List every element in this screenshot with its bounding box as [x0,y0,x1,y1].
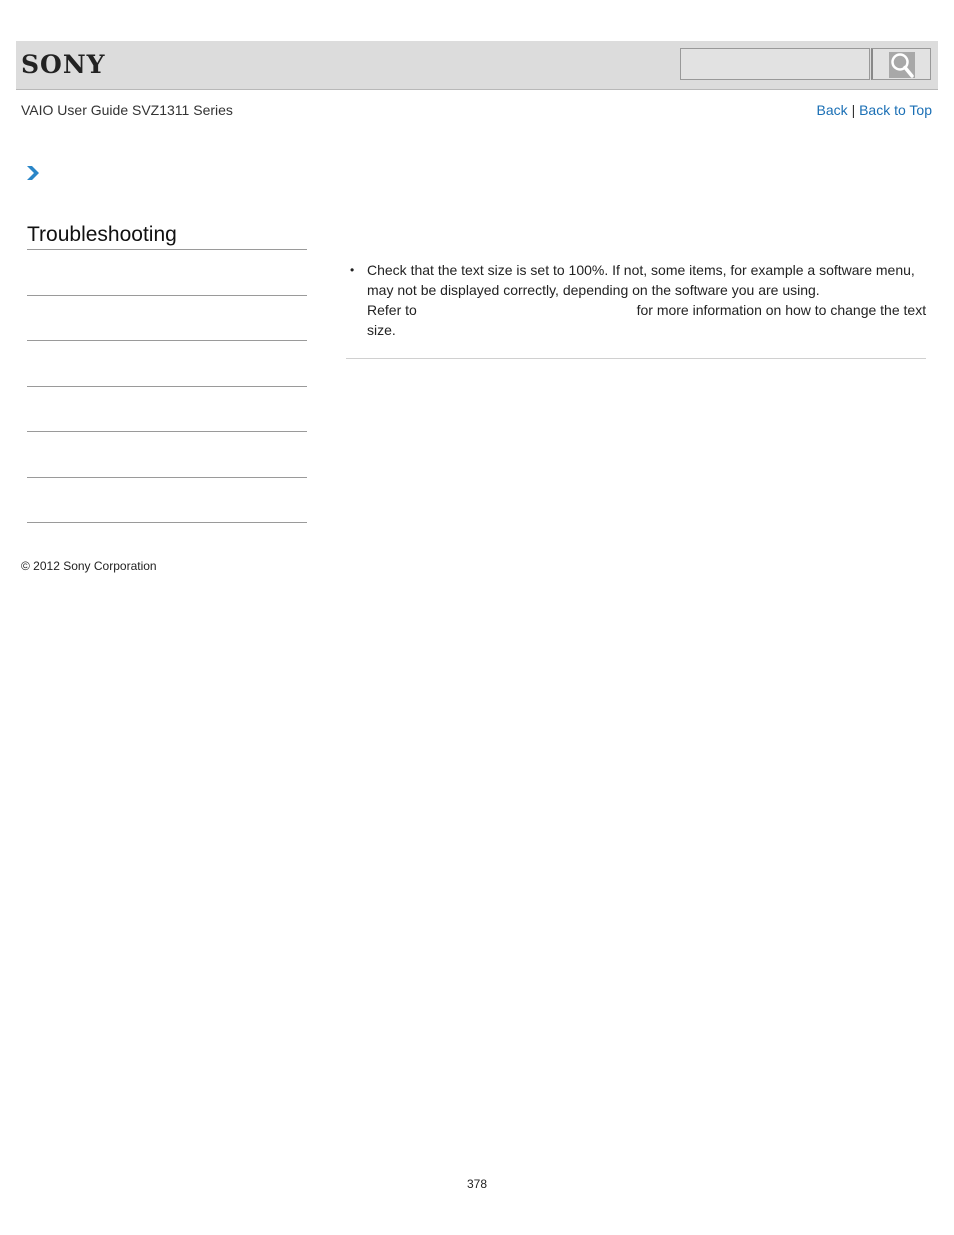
sidebar-item[interactable] [27,477,307,478]
back-to-top-link[interactable]: Back to Top [859,102,932,118]
bullet-text: Check that the text size is set to 100%.… [367,262,915,298]
chevron-right-icon [27,166,39,180]
search-button[interactable] [871,48,931,80]
sidebar-item[interactable] [27,295,307,296]
page-header: SONY [16,41,938,90]
content-divider [346,358,926,359]
back-link[interactable]: Back [817,102,848,118]
sidebar-title: Troubleshooting [27,223,177,246]
sidebar-item[interactable] [27,431,307,432]
copyright: © 2012 Sony Corporation [21,559,157,573]
main-content: Check that the text size is set to 100%.… [348,260,928,340]
sidebar-divider [27,249,307,250]
search-input[interactable] [680,48,870,80]
sidebar-item[interactable] [27,522,307,523]
top-nav-links: Back | Back to Top [817,102,932,118]
page-number: 378 [466,1177,488,1191]
list-item: Check that the text size is set to 100%.… [350,260,928,340]
sidebar-item[interactable] [27,340,307,341]
sidebar-item[interactable] [27,386,307,387]
breadcrumb[interactable] [26,165,40,186]
sony-logo: SONY [21,50,106,79]
magnifier-icon [889,52,915,78]
guide-title: VAIO User Guide SVZ1311 Series [21,102,233,118]
nav-separator: | [851,102,856,118]
refer-prefix: Refer to [367,302,417,318]
refer-suffix: for more information on how to change th… [367,302,927,338]
